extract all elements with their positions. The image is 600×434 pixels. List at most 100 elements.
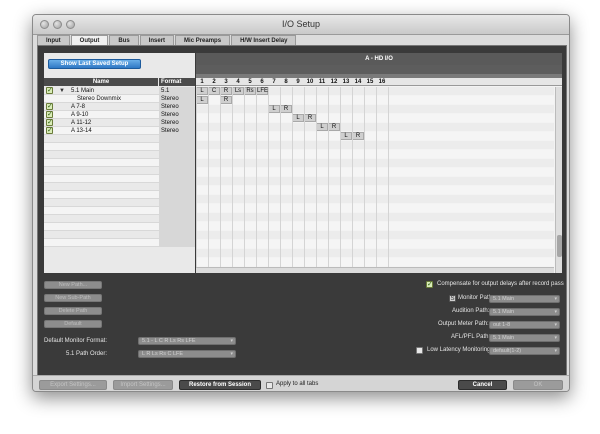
path-row[interactable]: A 7-8 Stereo	[44, 102, 195, 111]
path-row[interactable]	[44, 239, 195, 247]
disclosure-triangle-icon[interactable]: ▼	[59, 87, 65, 95]
path-row[interactable]: Stereo Downmix Stereo	[44, 95, 195, 103]
channel-assignment-cell[interactable]: R	[352, 132, 364, 140]
path-row[interactable]: A 13-14 Stereo	[44, 126, 195, 135]
assignment-grid[interactable]: L C R Ls Rs LFE L R L R L R L R L R	[196, 87, 554, 267]
path-list: Show Last Saved Setup Name Format ▼ 5.1 M…	[44, 53, 195, 273]
path-row[interactable]	[44, 159, 195, 167]
delete-path-button[interactable]: Delete Path	[44, 307, 102, 315]
channel-assignment-cell[interactable]: R	[304, 114, 316, 122]
channel-assignment-cell[interactable]: Ls	[232, 87, 244, 95]
channel-number: 3	[224, 79, 228, 85]
path-row[interactable]: A 11-12 Stereo	[44, 118, 195, 127]
path-format	[159, 143, 195, 151]
path-row[interactable]	[44, 215, 195, 223]
path-format	[159, 231, 195, 239]
ok-button[interactable]: OK	[513, 380, 563, 390]
path-row[interactable]	[44, 175, 195, 183]
path-order-select[interactable]: L R Ls Rs C LFE ▾	[138, 350, 236, 358]
path-format: Stereo	[159, 103, 195, 111]
channel-assignment-cell[interactable]: Rs	[244, 87, 256, 95]
import-settings-button[interactable]: Import Settings...	[113, 380, 173, 390]
new-sub-path-button[interactable]: New Sub-Path	[44, 294, 102, 302]
restore-from-session-button[interactable]: Restore from Session	[179, 380, 261, 390]
path-row[interactable]	[44, 151, 195, 159]
channel-assignment-cell[interactable]: R	[220, 87, 232, 95]
channel-assignment-cell[interactable]: R	[220, 96, 232, 104]
grid-divider	[388, 87, 389, 267]
grid-divider	[280, 87, 281, 267]
low-latency-checkbox[interactable]	[416, 347, 423, 354]
cancel-button[interactable]: Cancel	[458, 380, 507, 390]
path-name[interactable]: A 13-14	[71, 127, 92, 135]
chevron-down-icon: ▾	[554, 322, 557, 328]
channel-assignment-cell[interactable]: L	[196, 87, 208, 95]
path-active-checkbox[interactable]	[46, 102, 53, 110]
path-row[interactable]: A 9-10 Stereo	[44, 110, 195, 119]
horizontal-scrollbar[interactable]	[196, 267, 554, 273]
path-row[interactable]	[44, 191, 195, 199]
audition-path-label: Audition Path:	[452, 308, 490, 314]
channel-number-row: 1 2 3 4 5 6 7 8 9 10 11 12 13 14 15 16	[196, 78, 562, 86]
path-active-checkbox[interactable]	[46, 126, 53, 134]
path-row[interactable]	[44, 207, 195, 215]
channel-assignment-cell[interactable]: L	[292, 114, 304, 122]
channel-assignment-cell[interactable]: R	[328, 123, 340, 131]
path-format	[159, 135, 195, 143]
path-row[interactable]	[44, 223, 195, 231]
monitor-path-settings-icon[interactable]: S	[449, 295, 456, 302]
channel-assignment-cell[interactable]: L	[316, 123, 328, 131]
path-active-checkbox[interactable]	[46, 110, 53, 118]
export-settings-button[interactable]: Export Settings...	[39, 380, 107, 390]
channel-assignment-cell[interactable]: R	[280, 105, 292, 113]
grid-row	[196, 186, 554, 194]
vertical-scroll-thumb[interactable]	[557, 235, 562, 257]
default-monitor-format-select[interactable]: 5.1 - L C R Ls Rs LFE ▾	[138, 337, 236, 345]
path-name[interactable]: A 11-12	[71, 119, 91, 127]
channel-assignment-cell[interactable]: L	[268, 105, 280, 113]
audition-path-value: 5.1 Main	[493, 309, 515, 315]
path-active-checkbox[interactable]	[46, 118, 53, 126]
afl-pfl-path-select[interactable]: 5.1 Main ▾	[489, 334, 560, 342]
grid-row	[196, 240, 554, 248]
path-row[interactable]	[44, 183, 195, 191]
low-latency-select[interactable]: default(1-2) ▾	[489, 347, 560, 355]
channel-number: 1	[200, 79, 204, 85]
compensate-delays-label: Compensate for output delays after recor…	[437, 281, 564, 287]
vertical-scrollbar[interactable]	[555, 87, 562, 273]
channel-assignment-cell[interactable]: L	[340, 132, 352, 140]
path-active-checkbox[interactable]	[46, 86, 53, 94]
path-row[interactable]	[44, 199, 195, 207]
grid-row	[196, 96, 554, 104]
path-name[interactable]: Stereo Downmix	[77, 95, 121, 103]
output-meter-path-select[interactable]: out 1-8 ▾	[489, 321, 560, 329]
default-button[interactable]: Default	[44, 320, 102, 328]
channel-number: 14	[354, 79, 362, 85]
channel-assignment-cell[interactable]: C	[208, 87, 220, 95]
name-column-header[interactable]: Name	[44, 78, 158, 86]
apply-to-all-tabs-checkbox[interactable]	[266, 382, 273, 389]
path-row[interactable]	[44, 231, 195, 239]
path-name[interactable]: 5.1 Main	[71, 87, 94, 95]
audition-path-select[interactable]: 5.1 Main ▾	[489, 308, 560, 316]
monitor-path-select[interactable]: 5.1 Main ▾	[489, 295, 560, 303]
chevron-down-icon: ▾	[554, 348, 557, 354]
path-row[interactable]: ▼ 5.1 Main 5.1	[44, 86, 195, 95]
path-format	[159, 191, 195, 199]
path-format	[159, 167, 195, 175]
chevron-down-icon: ▾	[230, 338, 233, 344]
path-rows: ▼5.1 Main5.1Stereo DownmixStereoA 7-8Ste…	[44, 86, 195, 247]
path-row[interactable]	[44, 135, 195, 143]
path-row[interactable]	[44, 167, 195, 175]
path-row[interactable]	[44, 143, 195, 151]
show-last-saved-setup-button[interactable]: Show Last Saved Setup	[48, 59, 141, 69]
channel-assignment-cell[interactable]: LFE	[256, 87, 268, 95]
path-name[interactable]: A 9-10	[71, 111, 88, 119]
new-path-button[interactable]: New Path...	[44, 281, 102, 289]
compensate-delays-checkbox[interactable]	[426, 280, 433, 288]
path-matrix: Show Last Saved Setup Name Format ▼ 5.1 M…	[44, 53, 562, 273]
monitor-path-value: 5.1 Main	[493, 296, 515, 302]
format-column-header[interactable]: Format	[159, 78, 195, 86]
channel-assignment-cell[interactable]: L	[196, 96, 208, 104]
path-name[interactable]: A 7-8	[71, 103, 85, 111]
